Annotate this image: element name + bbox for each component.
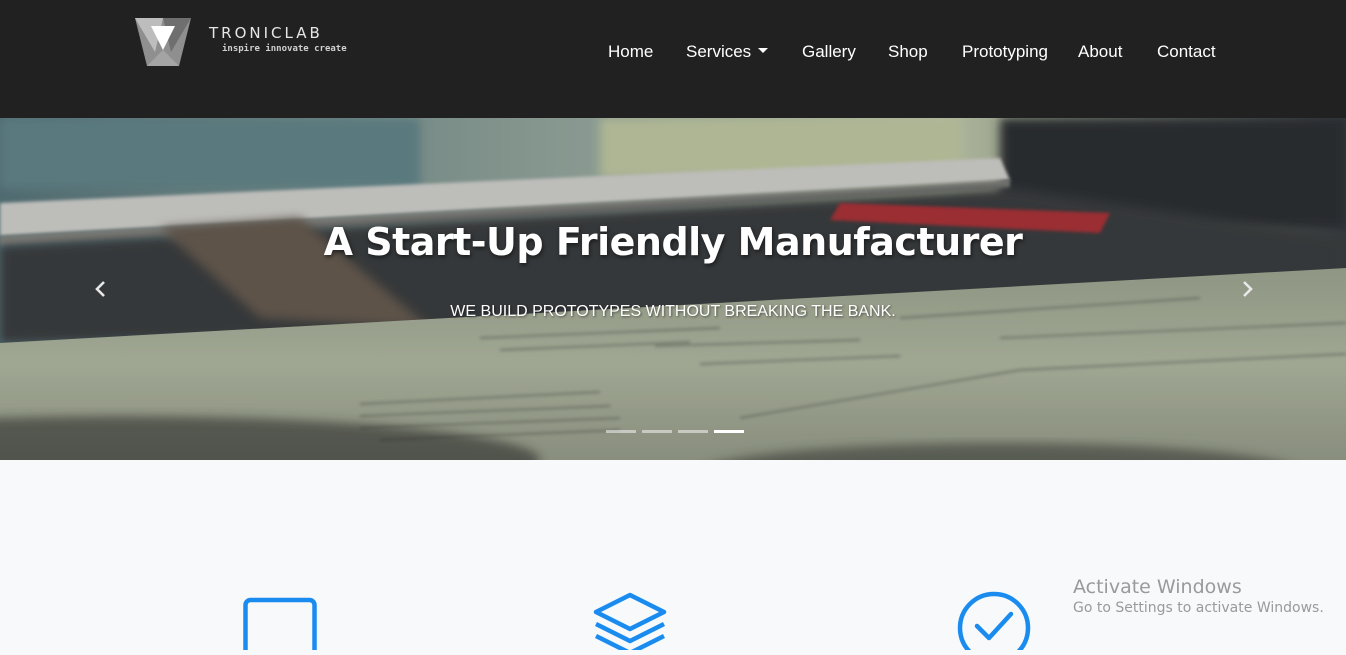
hero-subtitle: WE BUILD PROTOTYPES WITHOUT BREAKING THE… [450,303,896,320]
hero-slide-image [0,118,1346,460]
carousel-indicator[interactable] [642,430,672,433]
activate-windows-title: Activate Windows [1073,576,1242,598]
nav-about[interactable]: About [1078,42,1122,62]
nav-prototyping[interactable]: Prototyping [962,42,1048,62]
nav-gallery[interactable]: Gallery [802,42,856,62]
hero-carousel: A Start-Up Friendly Manufacturer WE BUIL… [0,118,1346,460]
brand-tagline: inspire innovate create [222,44,347,54]
navbar: TRONICLAB inspire innovate create Home S… [0,0,1346,118]
nav-contact[interactable]: Contact [1157,42,1216,62]
nav-shop[interactable]: Shop [888,42,928,62]
carousel-indicator[interactable] [678,430,708,433]
carousel-next-button[interactable] [1237,278,1257,300]
monitor-icon [243,590,317,655]
hero-title: A Start-Up Friendly Manufacturer [323,220,1023,264]
layers-icon [592,590,668,655]
chevron-down-icon [758,48,769,54]
carousel-indicator-active[interactable] [714,430,744,433]
activate-windows-subtitle: Go to Settings to activate Windows. [1073,600,1324,616]
check-circle-icon [956,590,1034,655]
brand-link[interactable]: TRONICLAB inspire innovate create [133,16,347,70]
carousel-indicator[interactable] [606,430,636,433]
chevron-left-icon [95,281,105,297]
nav-services[interactable]: Services [686,42,769,62]
nav-home[interactable]: Home [608,42,653,62]
troniclab-logo-icon [135,18,191,66]
carousel-prev-button[interactable] [91,278,111,300]
brand-name: TRONICLAB [209,24,323,42]
chevron-right-icon [1243,281,1253,297]
nav-services-label: Services [686,42,752,61]
